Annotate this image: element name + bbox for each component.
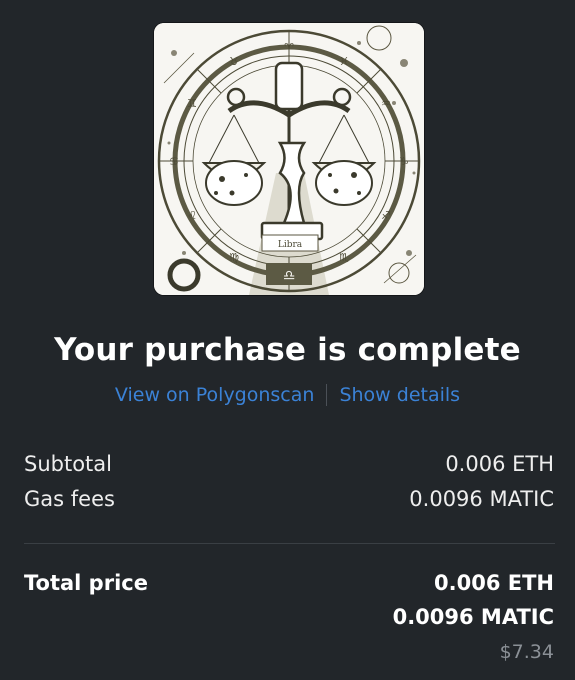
total-matic-value: 0.0096 MATIC [392, 605, 554, 629]
subtotal-value: 0.006 ETH [445, 452, 554, 476]
gas-fees-value: 0.0096 MATIC [409, 487, 554, 511]
svg-text:♒: ♒ [381, 97, 391, 110]
total-usd-value: $7.34 [499, 641, 554, 663]
svg-text:♑: ♑ [399, 155, 409, 168]
svg-text:♓: ♓ [339, 55, 349, 68]
nft-artwork: ♈ ♉ ♓ ♊ ♒ ♋ ♑ ♌ ♐ ♍ ♏ Libra ♎ [154, 23, 424, 295]
subtotal-row: Subtotal 0.006 ETH [24, 452, 554, 476]
link-divider [326, 384, 328, 406]
svg-text:♎: ♎ [283, 268, 296, 284]
svg-text:♌: ♌ [187, 209, 197, 222]
svg-text:♋: ♋ [169, 155, 179, 168]
total-price-label: Total price [24, 571, 148, 595]
libra-zodiac-illustration: ♈ ♉ ♓ ♊ ♒ ♋ ♑ ♌ ♐ ♍ ♏ Libra ♎ [154, 23, 424, 295]
svg-text:♉: ♉ [229, 55, 239, 68]
page-title: Your purchase is complete [54, 332, 521, 368]
svg-text:♊: ♊ [187, 97, 197, 110]
artwork-caption: Libra [278, 240, 303, 250]
gas-fees-row: Gas fees 0.0096 MATIC [24, 487, 554, 511]
svg-text:♈: ♈ [284, 41, 294, 54]
total-eth-value: 0.006 ETH [434, 571, 554, 595]
svg-text:♏: ♏ [339, 251, 349, 264]
view-on-polygonscan-link[interactable]: View on Polygonscan [115, 384, 315, 406]
svg-text:♐: ♐ [381, 209, 391, 222]
subtotal-label: Subtotal [24, 452, 112, 476]
gas-fees-label: Gas fees [24, 487, 115, 511]
action-links: View on Polygonscan Show details [0, 384, 575, 406]
svg-text:♍: ♍ [229, 251, 239, 264]
show-details-link[interactable]: Show details [339, 384, 460, 406]
divider [24, 543, 555, 544]
